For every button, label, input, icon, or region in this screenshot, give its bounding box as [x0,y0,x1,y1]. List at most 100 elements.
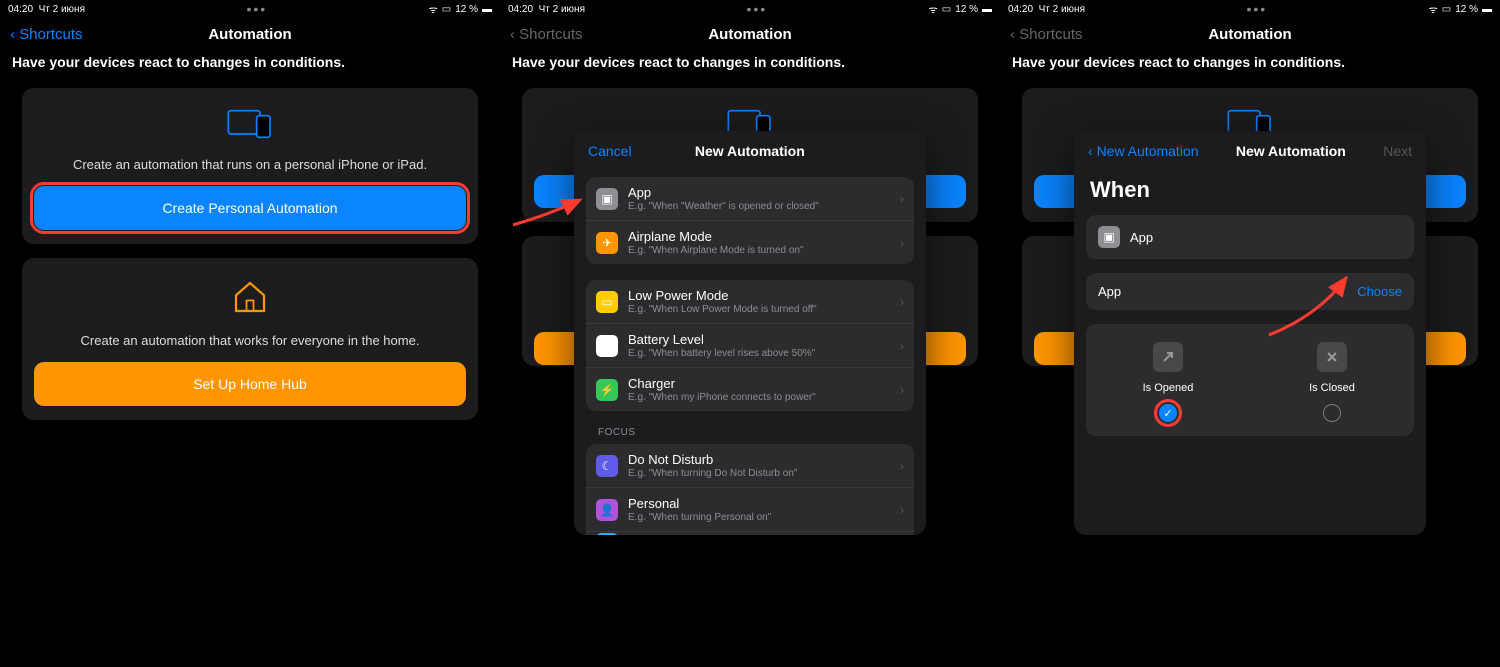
option-is-closed[interactable]: Is Closed [1250,342,1414,422]
modal-header: Cancel New Automation [574,131,926,171]
new-automation-modal: Cancel New Automation ▣ AppE.g. "When "We… [574,131,926,535]
home-automation-card: Create an automation that works for ever… [22,258,478,420]
chevron-right-icon: › [900,236,904,250]
more-icon: ••• [1085,1,1429,17]
chevron-left-icon: ‹ [1088,143,1093,159]
wifi-icon: ᯤ [1429,2,1438,16]
trigger-list-focus: ☾ Do Not DisturbE.g. "When turning Do Not… [586,444,914,535]
battery-pct: 12 % [455,4,478,15]
trigger-list-power: ▭ Low Power ModeE.g. "When Low Power Mode… [586,280,914,411]
card-desc: Create an automation that works for ever… [34,333,466,348]
trigger-row-low-power-mode[interactable]: ▭ Low Power ModeE.g. "When Low Power Mode… [586,280,914,324]
battery-icon: ▬ [982,4,992,15]
setup-home-hub-button[interactable]: Set Up Home Hub [34,362,466,406]
trigger-row-charger[interactable]: ⚡ ChargerE.g. "When my iPhone connects to… [586,368,914,411]
row-sub: E.g. "When "Weather" is opened or closed… [628,201,900,212]
row-icon: ☾ [596,455,618,477]
panel-2: 04:20 Чт 2 июня ••• ᯤ▭12 %▬ ‹ Shortcuts … [500,0,1000,667]
devices-icon [34,106,466,147]
row-icon: 👤 [596,499,618,521]
row-title: Charger [628,376,900,391]
row-icon: ✈ [596,232,618,254]
choose-button[interactable]: Choose [1357,284,1402,299]
battery-icon: ▬ [1482,4,1492,15]
more-icon: ••• [85,1,429,17]
panel-1: 04:20 Чт 2 июня ••• ᯤ ▭ 12 % ▬ ‹ Shortcu… [0,0,500,667]
trigger-row-airplane-mode[interactable]: ✈ Airplane ModeE.g. "When Airplane Mode i… [586,221,914,264]
app-trigger-modal: ‹ New Automation New Automation Next Whe… [1074,131,1426,535]
chevron-left-icon: ‹ [10,26,15,43]
row-sub: E.g. "When Airplane Mode is turned on" [628,245,900,256]
row-icon [596,533,618,535]
wifi-icon: ᯤ [929,2,938,16]
nav-bar: ‹ Shortcuts Automation [500,18,1000,50]
chevron-right-icon: › [900,192,904,206]
back-shortcuts: ‹ Shortcuts [1010,26,1083,43]
nav-bar: ‹ Shortcuts Automation [1000,18,1500,50]
create-personal-automation-button[interactable]: Create Personal Automation [34,186,466,230]
row-sub: E.g. "When Low Power Mode is turned off" [628,304,900,315]
trigger-row-personal[interactable]: 👤PersonalE.g. "When turning Personal on"… [586,488,914,532]
chevron-left-icon: ‹ [1010,26,1015,43]
back-shortcuts: ‹ Shortcuts [510,26,583,43]
card-desc: Create an automation that runs on a pers… [34,157,466,172]
close-icon [1317,342,1347,372]
trigger-row-app[interactable]: ▣ AppE.g. "When "Weather" is opened or cl… [586,177,914,221]
back-button[interactable]: ‹ New Automation [1088,143,1199,159]
status-date: Чт 2 июня [39,4,85,15]
personal-automation-card: Create an automation that runs on a pers… [22,88,478,244]
row-title: App [628,185,900,200]
chevron-right-icon: › [900,339,904,353]
when-app-label: App [1130,230,1153,245]
battery-outline-icon: ▭ [1442,4,1451,15]
row-sub: E.g. "When turning Do Not Disturb on" [628,468,900,479]
chevron-right-icon: › [900,459,904,473]
row-title: Airplane Mode [628,229,900,244]
row-title: Low Power Mode [628,288,900,303]
chevron-left-icon: ‹ [510,26,515,43]
when-app-row: ▣ App [1086,215,1414,259]
chevron-right-icon: › [900,295,904,309]
app-icon: ▣ [1098,226,1120,248]
radio-opened[interactable]: ✓ [1159,404,1177,422]
page-subheader: Have your devices react to changes in co… [500,50,1000,80]
open-icon [1153,342,1183,372]
modal-title: New Automation [1199,143,1384,159]
nav-bar: ‹ Shortcuts Automation [0,18,500,50]
row-icon: ⚡ [596,379,618,401]
row-sub: E.g. "When battery level rises above 50%… [628,348,900,359]
app-field-label: App [1098,284,1357,299]
battery-icon: ▬ [482,4,492,15]
open-close-options: Is Opened ✓ Is Closed [1086,324,1414,436]
status-time: 04:20 [8,4,33,15]
status-bar: 04:20 Чт 2 июня ••• ᯤ ▭ 12 % ▬ [0,0,500,18]
cancel-button[interactable]: Cancel [588,143,632,159]
row-icon: ▣ [596,188,618,210]
app-choose-row[interactable]: App Choose [1086,273,1414,310]
trigger-row-battery-level[interactable]: ▬ Battery LevelE.g. "When battery level r… [586,324,914,368]
row-sub: E.g. "When turning Personal on" [628,512,900,523]
radio-closed[interactable] [1323,404,1341,422]
battery-outline-icon: ▭ [942,4,951,15]
modal-header: ‹ New Automation New Automation Next [1074,131,1426,171]
trigger-row-work[interactable]: Work [586,532,914,535]
page-subheader: Have your devices react to changes in co… [0,50,500,80]
row-sub: E.g. "When my iPhone connects to power" [628,392,900,403]
home-icon [34,276,466,323]
panel-3: 04:20 Чт 2 июня ••• ᯤ▭12 %▬ ‹ Shortcuts … [1000,0,1500,667]
row-icon: ▭ [596,291,618,313]
battery-outline-icon: ▭ [442,4,451,15]
back-shortcuts[interactable]: ‹ Shortcuts [10,26,83,43]
option-is-opened[interactable]: Is Opened ✓ [1086,342,1250,422]
row-title: Battery Level [628,332,900,347]
page-subheader: Have your devices react to changes in co… [1000,50,1500,80]
row-icon: ▬ [596,335,618,357]
chevron-right-icon: › [900,503,904,517]
chevron-right-icon: › [900,383,904,397]
row-title: Do Not Disturb [628,452,900,467]
next-button[interactable]: Next [1383,143,1412,159]
focus-section-label: FOCUS [598,427,926,438]
wifi-icon: ᯤ [429,2,438,16]
trigger-row-do-not-disturb[interactable]: ☾ Do Not DisturbE.g. "When turning Do Not… [586,444,914,488]
when-heading: When [1074,171,1426,215]
